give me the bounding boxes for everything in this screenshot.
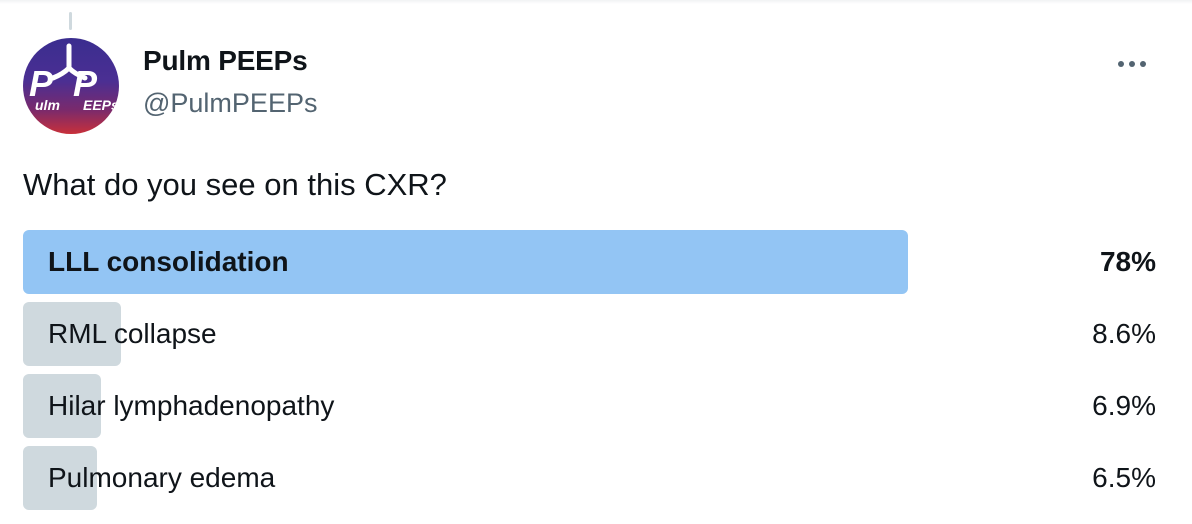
pulm-peeps-logo-icon: P P ulm EEPs: [29, 43, 119, 113]
poll-option-percent: 8.6%: [1092, 318, 1156, 349]
poll-option-label: Pulmonary edema: [48, 462, 276, 493]
svg-text:ulm: ulm: [35, 97, 60, 113]
svg-text:EEPs: EEPs: [83, 97, 119, 113]
more-options-button[interactable]: [1114, 48, 1150, 80]
poll-option-percent: 6.9%: [1092, 390, 1156, 421]
tweet-text: What do you see on this CXR?: [23, 167, 447, 202]
poll-option[interactable]: RML collapse 8.6%: [23, 302, 1158, 366]
poll-option-percent: 6.5%: [1092, 462, 1156, 493]
more-dots-icon: [1118, 61, 1146, 67]
top-divider: [0, 0, 1192, 4]
poll-option-label: LLL consolidation: [48, 246, 289, 277]
poll: LLL consolidation 78% RML collapse 8.6% Hila…: [23, 230, 1158, 518]
thread-connector-line: [69, 12, 72, 30]
poll-option[interactable]: Hilar lymphadenopathy 6.9%: [23, 374, 1158, 438]
poll-option-label: Hilar lymphadenopathy: [48, 390, 335, 421]
poll-option-percent: 78%: [1099, 246, 1156, 277]
avatar[interactable]: P P ulm EEPs: [23, 38, 119, 134]
account-handle[interactable]: @PulmPEEPs: [143, 88, 317, 119]
poll-option[interactable]: Pulmonary edema 6.5%: [23, 446, 1158, 510]
poll-option-label: RML collapse: [48, 318, 217, 349]
display-name[interactable]: Pulm PEEPs: [143, 45, 308, 77]
poll-option[interactable]: LLL consolidation 78%: [23, 230, 1158, 294]
